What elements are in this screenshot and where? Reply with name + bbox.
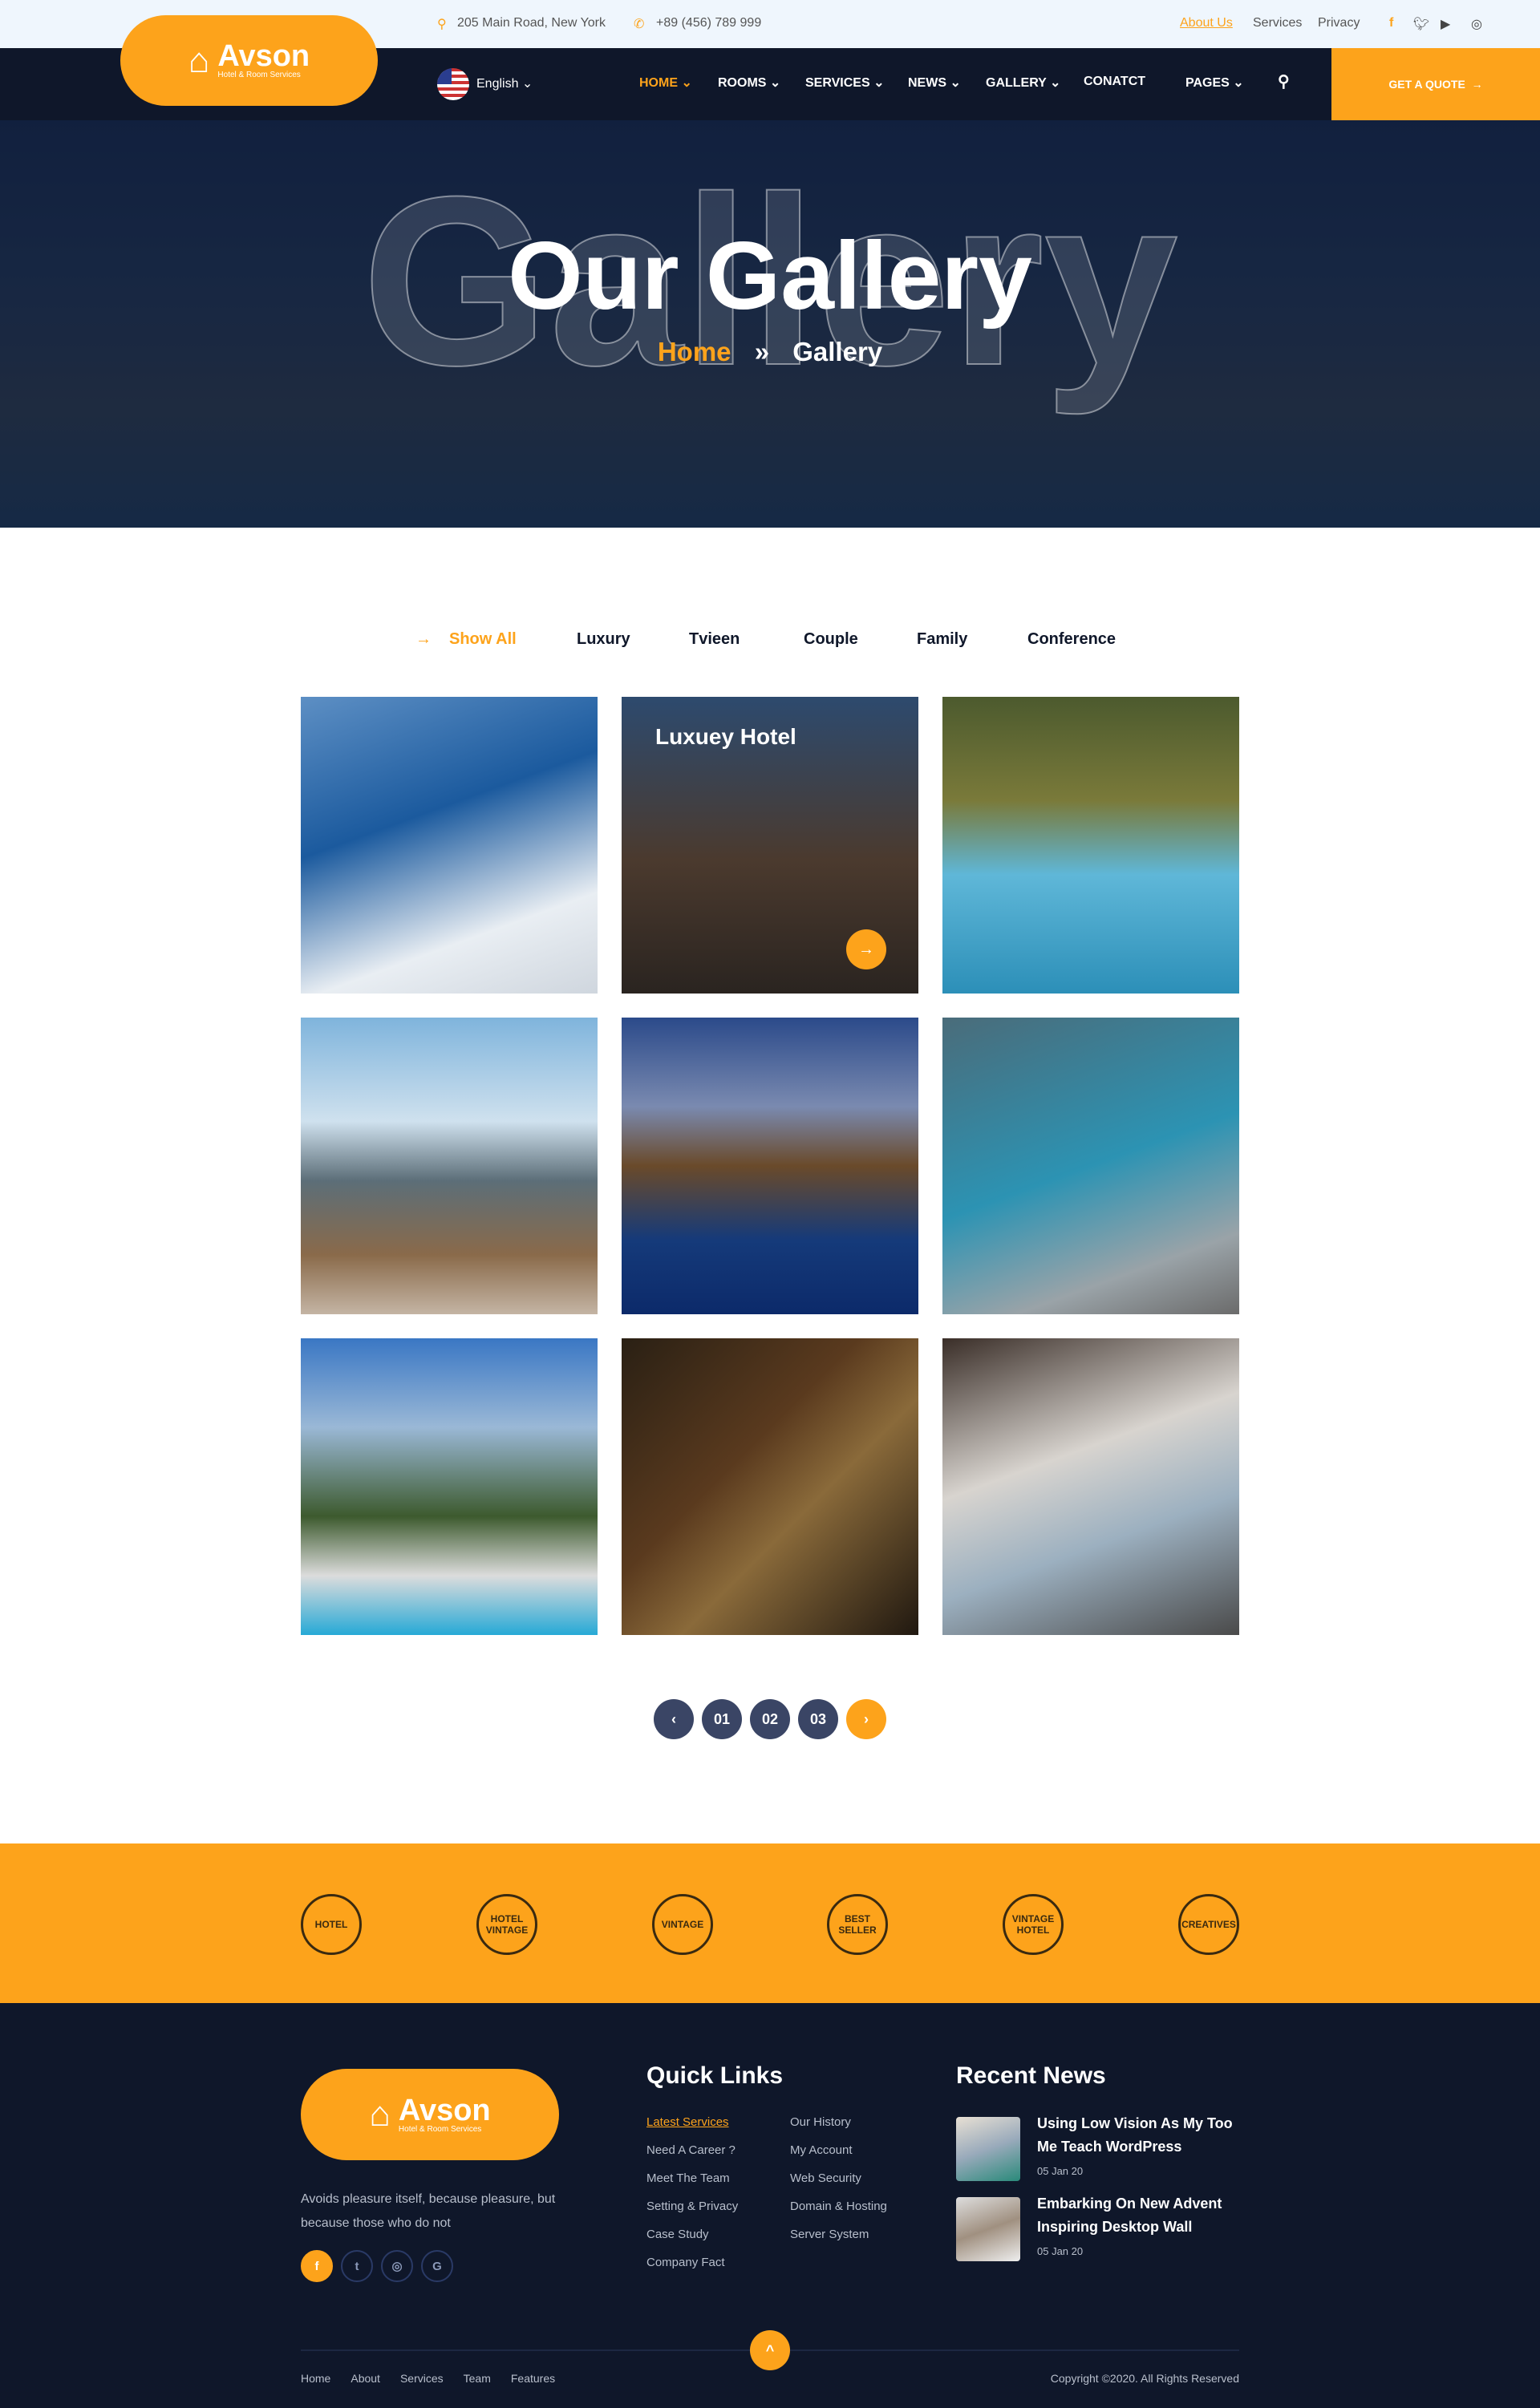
gallery-item[interactable] xyxy=(301,697,598,994)
quick-links-title: Quick Links xyxy=(646,2062,784,2089)
footer-link[interactable]: Domain & Hosting xyxy=(790,2200,887,2213)
gallery-item-title: Luxuey Hotel xyxy=(655,724,796,749)
nav-rooms[interactable]: ROOMS ⌄ xyxy=(718,75,780,91)
instagram-icon[interactable]: ◎ xyxy=(1471,16,1482,32)
footer-link[interactable]: Setting & Privacy xyxy=(646,2200,738,2213)
gallery-item[interactable] xyxy=(622,1338,918,1635)
breadcrumb: Home » Gallery xyxy=(0,337,1540,367)
youtube-icon[interactable]: ▶ xyxy=(1441,16,1450,32)
brand-logo: VINTAGE xyxy=(652,1894,713,1955)
brand-logo: HOTEL VINTAGE xyxy=(476,1894,537,1955)
arrow-right-icon: → xyxy=(415,630,432,648)
footer-link[interactable]: Our History xyxy=(790,2115,887,2129)
page-title: Our Gallery xyxy=(508,222,1032,330)
page-3[interactable]: 03 xyxy=(798,1699,838,1739)
language-select[interactable]: English ⌄ xyxy=(476,75,533,91)
phone-icon: ✆ xyxy=(634,18,645,31)
privacy-link[interactable]: Privacy xyxy=(1318,16,1360,30)
gallery-item[interactable] xyxy=(942,1338,1239,1635)
nav-news[interactable]: NEWS ⌄ xyxy=(908,75,961,91)
facebook-icon[interactable]: f xyxy=(1389,16,1393,30)
twitter-icon[interactable]: 🐦︎ xyxy=(1413,16,1429,32)
nav-gallery[interactable]: GALLERY ⌄ xyxy=(986,75,1060,91)
footer-link[interactable]: Home xyxy=(301,2372,330,2385)
us-flag-icon xyxy=(437,68,469,100)
brand-tagline: Hotel & Room Services xyxy=(398,2124,482,2134)
instagram-icon[interactable]: ◎ xyxy=(381,2250,413,2282)
house-icon: ⌂ xyxy=(369,2094,391,2134)
footer-link[interactable]: Company Fact xyxy=(646,2256,738,2269)
filter-luxury[interactable]: Luxury xyxy=(577,630,630,649)
brand-logo: CREATIVES xyxy=(1178,1894,1239,1955)
brand-logo: HOTEL xyxy=(301,1894,362,1955)
arrow-right-icon[interactable]: → xyxy=(846,929,886,969)
brand-logo: BEST SELLER xyxy=(827,1894,888,1955)
search-icon[interactable]: ⚲ xyxy=(1278,71,1290,91)
get-a-quote-button[interactable]: GET A QUOTE → xyxy=(1331,48,1540,120)
quick-links-col1: Latest Services Need A Career ? Meet The T… xyxy=(646,2115,738,2284)
gallery-item[interactable] xyxy=(301,1018,598,1314)
filter-show-all[interactable]: Show All xyxy=(449,630,517,649)
recent-news-title: Recent News xyxy=(956,2062,1106,2089)
footer-link[interactable]: Team xyxy=(464,2372,491,2385)
footer-logo[interactable]: ⌂ Avson Hotel & Room Services xyxy=(301,2069,559,2160)
breadcrumb-separator: » xyxy=(754,337,770,366)
phone: +89 (456) 789 999 xyxy=(656,16,762,30)
breadcrumb-current: Gallery xyxy=(792,337,883,366)
brand-tagline: Hotel & Room Services xyxy=(217,71,301,79)
filter-conference[interactable]: Conference xyxy=(1027,630,1116,649)
copyright: Copyright ©2020. All Rights Reserved xyxy=(1050,2372,1239,2385)
filter-family[interactable]: Family xyxy=(917,630,967,649)
filter-couple[interactable]: Couple xyxy=(804,630,858,649)
footer-about: Avoids pleasure itself, because pleasure… xyxy=(301,2192,556,2230)
nav-contact[interactable]: CONATCT xyxy=(1084,75,1145,89)
next-page-button[interactable]: › xyxy=(846,1699,886,1739)
facebook-icon[interactable]: f xyxy=(301,2250,333,2282)
footer-link[interactable]: Features xyxy=(511,2372,555,2385)
footer-link[interactable]: About xyxy=(351,2372,380,2385)
news-date: 05 Jan 20 xyxy=(1037,2245,1084,2257)
page-2[interactable]: 02 xyxy=(750,1699,790,1739)
location-icon: ⚲ xyxy=(437,18,447,31)
footer-bottom-links: Home About Services Team Features xyxy=(301,2372,555,2385)
gallery-item[interactable] xyxy=(942,697,1239,994)
gallery-item-featured[interactable]: Luxuey Hotel → xyxy=(622,697,918,994)
footer-link[interactable]: Meet The Team xyxy=(646,2171,738,2185)
footer-link[interactable]: Server System xyxy=(790,2228,887,2241)
nav-pages[interactable]: PAGES ⌄ xyxy=(1185,75,1244,91)
news-title[interactable]: Embarking On New Advent Inspiring Deskto… xyxy=(1037,2192,1254,2239)
brand-logos-band xyxy=(0,1843,1540,2003)
news-thumbnail[interactable] xyxy=(956,2117,1020,2181)
footer-link[interactable]: Latest Services xyxy=(646,2115,738,2129)
quick-links-col2: Our History My Account Web Security Domain … xyxy=(790,2115,887,2256)
services-link[interactable]: Services xyxy=(1253,16,1302,30)
twitter-icon[interactable]: t xyxy=(341,2250,373,2282)
footer-link[interactable]: Need A Career ? xyxy=(646,2143,738,2157)
footer-link[interactable]: My Account xyxy=(790,2143,887,2157)
prev-page-button[interactable]: ‹ xyxy=(654,1699,694,1739)
gallery-item[interactable] xyxy=(622,1018,918,1314)
nav-home[interactable]: HOME ⌄ xyxy=(639,75,692,91)
footer-link[interactable]: Web Security xyxy=(790,2171,887,2185)
gallery-item[interactable] xyxy=(301,1338,598,1635)
news-thumbnail[interactable] xyxy=(956,2197,1020,2261)
about-us-link[interactable]: About Us xyxy=(1180,16,1233,30)
brand-logo: VINTAGE HOTEL xyxy=(1003,1894,1064,1955)
news-title[interactable]: Using Low Vision As My Too Me Teach Word… xyxy=(1037,2112,1254,2159)
address: 205 Main Road, New York xyxy=(457,16,606,30)
footer-link[interactable]: Services xyxy=(400,2372,444,2385)
brand-name: Avson xyxy=(398,2093,491,2127)
footer-link[interactable]: Case Study xyxy=(646,2228,738,2241)
gallery-item[interactable] xyxy=(942,1018,1239,1314)
house-icon: ⌂ xyxy=(188,40,210,80)
breadcrumb-home[interactable]: Home xyxy=(658,337,732,366)
page-1[interactable]: 01 xyxy=(702,1699,742,1739)
google-icon[interactable]: G xyxy=(421,2250,453,2282)
scroll-to-top-button[interactable]: ^ xyxy=(750,2330,790,2370)
logo[interactable]: ⌂ Avson Hotel & Room Services xyxy=(120,15,378,106)
news-date: 05 Jan 20 xyxy=(1037,2165,1084,2177)
brand-name: Avson xyxy=(217,39,310,73)
nav-services[interactable]: SERVICES ⌄ xyxy=(805,75,884,91)
filter-tvieen[interactable]: Tvieen xyxy=(689,630,740,649)
